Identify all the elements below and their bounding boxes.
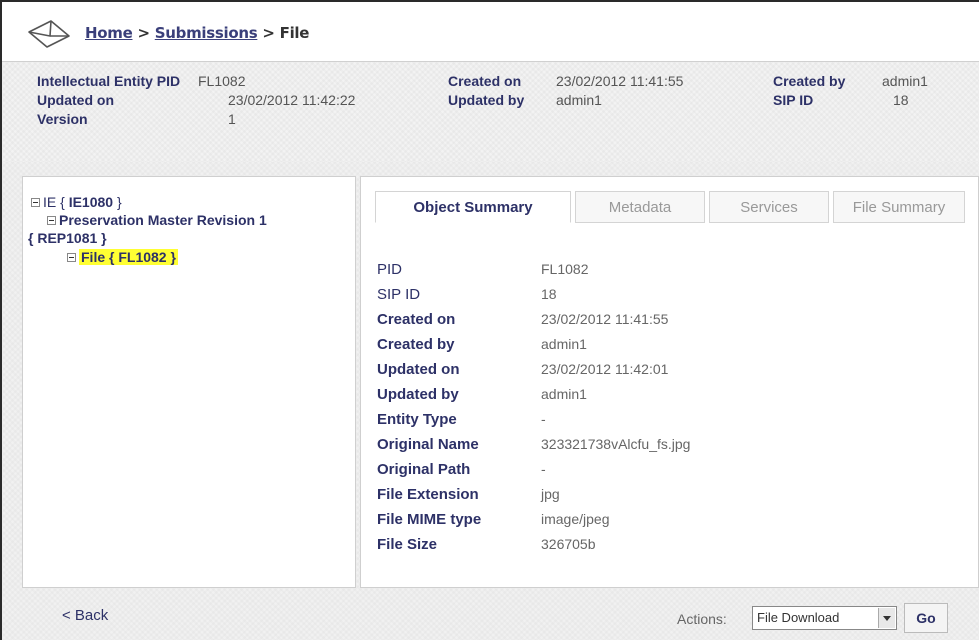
actions-dropdown[interactable]: File Download [752,606,897,630]
breadcrumb-separator: > [262,24,275,42]
breadcrumb-submissions-link[interactable]: Submissions [155,24,258,42]
summary-label: Created by [377,336,455,353]
breadcrumb-separator: > [137,24,150,42]
summary-label: PID [377,261,403,278]
updated-on-value: 23/02/2012 11:42:22 [228,92,356,108]
summary-value: - [541,411,546,427]
tree-node-ie-id: IE1080 [68,194,114,210]
summary-label: Updated by [377,386,459,403]
sip-id-label: SIP ID [773,92,814,108]
summary-value: jpg [541,486,560,502]
breadcrumb-current: File [279,24,310,42]
tree-node-rep-id-text: { REP1081 } [28,230,107,246]
updated-on-label: Updated on [37,92,114,108]
sip-id-value: 18 [893,92,909,108]
object-detail-panel: Object Summary Metadata Services File Su… [360,176,979,588]
collapse-icon[interactable] [67,252,76,262]
hierarchy-tree-panel: IE { IE1080 } Preservation Master Revisi… [22,176,356,588]
tab-services[interactable]: Services [709,191,829,223]
summary-label: SIP ID [377,286,421,303]
summary-value: admin1 [541,336,587,352]
chevron-down-icon[interactable] [878,608,895,628]
go-button[interactable]: Go [904,603,948,633]
summary-value: 323321738vAlcfu_fs.jpg [541,436,691,452]
tree-node-file-label: File { FL1082 } [79,249,178,265]
summary-value: 326705b [541,536,596,552]
created-on-label: Created on [448,73,522,89]
tab-metadata[interactable]: Metadata [575,191,705,223]
summary-label: Original Path [377,461,471,478]
breadcrumb-home-link[interactable]: Home [85,24,133,42]
tree-node-ie[interactable]: IE { IE1080 } [31,194,122,210]
summary-value: 23/02/2012 11:41:55 [541,311,669,327]
collapse-icon[interactable] [31,197,40,207]
version-label: Version [37,111,88,127]
actions-label: Actions: [677,611,727,627]
created-by-label: Created by [773,73,846,89]
ie-pid-value: FL1082 [198,73,246,89]
created-on-value: 23/02/2012 11:41:55 [556,73,684,89]
summary-label: File Extension [377,486,479,503]
summary-value: admin1 [541,386,587,402]
tab-object-summary[interactable]: Object Summary [375,191,571,223]
summary-label: File Size [377,536,438,553]
created-by-value: admin1 [882,73,928,89]
summary-label: Original Name [377,436,479,453]
breadcrumb: Home > Submissions > File [85,24,309,42]
content-area: IE { IE1080 } Preservation Master Revisi… [2,162,979,640]
ie-pid-label: Intellectual Entity PID [37,73,181,89]
tree-node-ie-close: } [113,194,122,210]
tree-node-ie-label: IE { [43,194,69,210]
tree-node-representation[interactable]: Preservation Master Revision 1 [47,212,267,228]
summary-value: 23/02/2012 11:42:01 [541,361,669,377]
updated-by-value: admin1 [556,92,602,108]
summary-label: Updated on [377,361,460,378]
actions-selected-value: File Download [757,610,840,625]
tab-file-summary[interactable]: File Summary [833,191,965,223]
entity-info-section: Intellectual Entity PID FL1082 Updated o… [2,62,979,162]
tree-node-rep-label: Preservation Master Revision 1 [59,212,267,228]
envelope-icon [28,20,70,48]
back-link[interactable]: < Back [62,607,108,624]
updated-by-label: Updated by [448,92,525,108]
tree-node-file[interactable]: File { FL1082 } [67,249,178,265]
summary-value: image/jpeg [541,511,610,527]
summary-label: File MIME type [377,511,482,528]
collapse-icon[interactable] [47,215,56,225]
summary-label: Entity Type [377,411,457,428]
summary-label: Created on [377,311,456,328]
header-bar: Home > Submissions > File [2,2,979,62]
version-value: 1 [228,111,236,127]
tree-node-rep-id: { REP1081 } [28,230,107,246]
summary-value: - [541,461,546,477]
summary-value: FL1082 [541,261,589,277]
summary-value: 18 [541,286,557,302]
